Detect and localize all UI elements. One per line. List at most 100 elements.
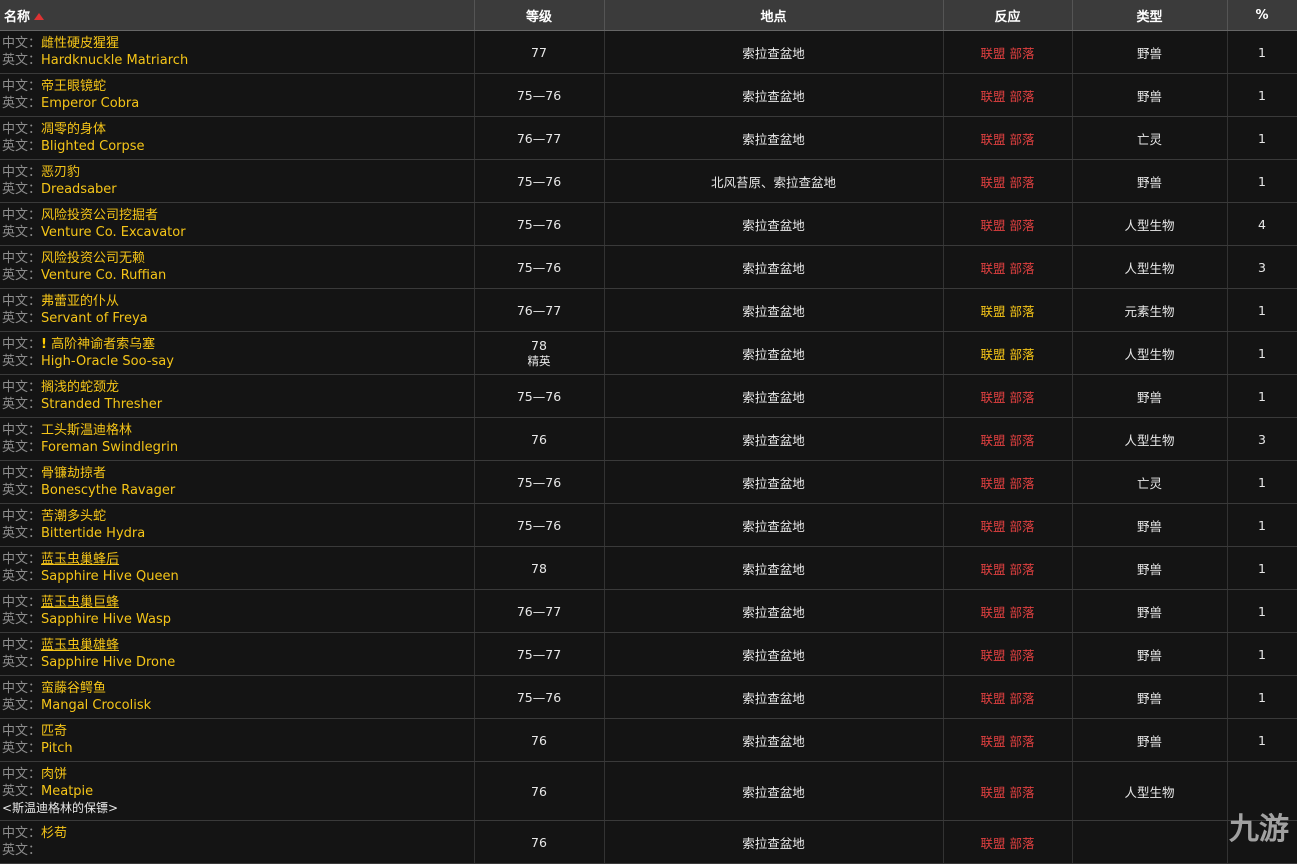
npc-name-en-link[interactable]: Servant of Freya xyxy=(41,311,148,326)
npc-name-zh-link[interactable]: 弗蕾亚的仆从 xyxy=(41,294,119,309)
npc-level: 75—76 xyxy=(517,475,561,490)
zh-label: 中文： xyxy=(2,337,41,352)
col-header-level[interactable]: 等级 xyxy=(474,0,604,31)
table-row: 中文：匹奇英文：Pitch76索拉查盆地联盟 部落野兽1 xyxy=(0,719,1297,762)
en-label: 英文： xyxy=(2,354,41,369)
npc-level: 75—76 xyxy=(517,217,561,232)
npc-name-zh-link[interactable]: 蓝玉虫巢蜂后 xyxy=(41,552,119,567)
npc-name-zh-link[interactable]: 肉饼 xyxy=(41,767,67,782)
npc-name-zh-link[interactable]: 骨镰劫掠者 xyxy=(41,466,106,481)
npc-name-zh-link[interactable]: 风险投资公司无赖 xyxy=(41,251,145,266)
cell-percent: 1 xyxy=(1227,332,1297,375)
cell-location: 北风苔原、索拉查盆地 xyxy=(604,160,943,203)
cell-percent: 1 xyxy=(1227,633,1297,676)
cell-name: 中文：杉苟英文： xyxy=(0,821,474,864)
cell-name: 中文：! 高阶神谕者索乌塞英文：High-Oracle Soo-say xyxy=(0,332,474,375)
npc-name-zh-link[interactable]: 雌性硬皮猩猩 xyxy=(41,36,119,51)
cell-level: 76—77 xyxy=(474,117,604,160)
npc-name-zh-link[interactable]: 匹奇 xyxy=(41,724,67,739)
cell-name: 中文：搁浅的蛇颈龙英文：Stranded Thresher xyxy=(0,375,474,418)
en-label: 英文： xyxy=(2,440,41,455)
npc-name-zh-link[interactable]: 帝王眼镜蛇 xyxy=(41,79,106,94)
npc-level: 75—76 xyxy=(517,389,561,404)
cell-percent: 1 xyxy=(1227,504,1297,547)
en-label: 英文： xyxy=(2,784,41,799)
cell-type: 野兽 xyxy=(1072,676,1227,719)
npc-name-en-link[interactable]: Bonescythe Ravager xyxy=(41,483,175,498)
npc-name-en-link[interactable]: Sapphire Hive Drone xyxy=(41,655,175,670)
col-header-type[interactable]: 类型 xyxy=(1072,0,1227,31)
npc-name-en-link[interactable]: High-Oracle Soo-say xyxy=(41,354,174,369)
cell-location: 索拉查盆地 xyxy=(604,117,943,160)
npc-name-en-link[interactable]: Blighted Corpse xyxy=(41,139,145,154)
npc-name-zh-link[interactable]: 工头斯温迪格林 xyxy=(41,423,132,438)
cell-location: 索拉查盆地 xyxy=(604,203,943,246)
npc-name-zh-link[interactable]: 蓝玉虫巢巨蜂 xyxy=(41,595,119,610)
npc-level: 75—77 xyxy=(517,647,561,662)
npc-name-en-link[interactable]: Dreadsaber xyxy=(41,182,117,197)
cell-level: 75—76 xyxy=(474,676,604,719)
npc-name-en-link[interactable]: Venture Co. Ruffian xyxy=(41,268,166,283)
cell-reaction: 联盟 部落 xyxy=(943,633,1072,676)
npc-name-en-link[interactable]: Bittertide Hydra xyxy=(41,526,145,541)
cell-type: 人型生物 xyxy=(1072,762,1227,821)
npc-name-en-link[interactable]: Pitch xyxy=(41,741,73,756)
cell-reaction: 联盟 部落 xyxy=(943,31,1072,74)
npc-name-zh-link[interactable]: 高阶神谕者索乌塞 xyxy=(51,337,155,352)
zh-label: 中文： xyxy=(2,380,41,395)
col-header-percent[interactable]: % xyxy=(1227,0,1297,31)
cell-name: 中文：蓝玉虫巢蜂后英文：Sapphire Hive Queen xyxy=(0,547,474,590)
watermark: 九游 xyxy=(1229,804,1289,848)
npc-level: 76—77 xyxy=(517,604,561,619)
npc-name-zh-link[interactable]: 搁浅的蛇颈龙 xyxy=(41,380,119,395)
npc-name-en-link[interactable]: Foreman Swindlegrin xyxy=(41,440,178,455)
npc-level: 75—76 xyxy=(517,518,561,533)
npc-name-en-link[interactable]: Meatpie xyxy=(41,784,93,799)
table-row: 中文：雌性硬皮猩猩英文：Hardknuckle Matriarch77索拉查盆地… xyxy=(0,31,1297,74)
col-header-reaction[interactable]: 反应 xyxy=(943,0,1072,31)
cell-location: 索拉查盆地 xyxy=(604,719,943,762)
sort-up-icon[interactable] xyxy=(34,13,44,20)
npc-name-zh-link[interactable]: 风险投资公司挖掘者 xyxy=(41,208,158,223)
cell-reaction: 联盟 部落 xyxy=(943,117,1072,160)
npc-name-zh-link[interactable]: 恶刃豹 xyxy=(41,165,80,180)
npc-level: 76—77 xyxy=(517,131,561,146)
npc-level: 76 xyxy=(531,432,547,447)
zh-label: 中文： xyxy=(2,466,41,481)
cell-level: 76—77 xyxy=(474,590,604,633)
table-body: 中文：雌性硬皮猩猩英文：Hardknuckle Matriarch77索拉查盆地… xyxy=(0,31,1297,864)
npc-name-zh-link[interactable]: 苦潮多头蛇 xyxy=(41,509,106,524)
cell-level: 77 xyxy=(474,31,604,74)
cell-location: 索拉查盆地 xyxy=(604,504,943,547)
npc-name-zh-link[interactable]: 杉苟 xyxy=(41,826,67,841)
npc-name-en-link[interactable]: Stranded Thresher xyxy=(41,397,162,412)
cell-location: 索拉查盆地 xyxy=(604,246,943,289)
cell-location: 索拉查盆地 xyxy=(604,676,943,719)
npc-name-en-link[interactable]: Venture Co. Excavator xyxy=(41,225,186,240)
zh-label: 中文： xyxy=(2,638,41,653)
npc-name-zh-link[interactable]: 凋零的身体 xyxy=(41,122,106,137)
npc-level: 76 xyxy=(531,733,547,748)
npc-name-en-link[interactable]: Emperor Cobra xyxy=(41,96,139,111)
en-label: 英文： xyxy=(2,698,41,713)
npc-name-en-link[interactable]: Sapphire Hive Wasp xyxy=(41,612,171,627)
zh-label: 中文： xyxy=(2,122,41,137)
npc-name-en-link[interactable]: Sapphire Hive Queen xyxy=(41,569,179,584)
zh-label: 中文： xyxy=(2,595,41,610)
npc-name-en-link[interactable]: Mangal Crocolisk xyxy=(41,698,151,713)
npc-name-zh-link[interactable]: 蛮藤谷鳄鱼 xyxy=(41,681,106,696)
npc-name-en-link[interactable]: Hardknuckle Matriarch xyxy=(41,53,188,68)
cell-name: 中文：匹奇英文：Pitch xyxy=(0,719,474,762)
elite-badge: 精英 xyxy=(528,354,551,368)
col-header-location[interactable]: 地点 xyxy=(604,0,943,31)
npc-name-zh-link[interactable]: 蓝玉虫巢雄蜂 xyxy=(41,638,119,653)
cell-level: 78 xyxy=(474,547,604,590)
npc-level: 75—76 xyxy=(517,260,561,275)
zh-label: 中文： xyxy=(2,36,41,51)
table-row: 中文：肉饼英文：Meatpie<斯温迪格林的保镖>76索拉查盆地联盟 部落人型生… xyxy=(0,762,1297,821)
cell-percent: 1 xyxy=(1227,289,1297,332)
cell-type: 野兽 xyxy=(1072,375,1227,418)
col-header-name[interactable]: 名称 xyxy=(0,0,474,31)
en-label: 英文： xyxy=(2,526,41,541)
cell-name: 中文：雌性硬皮猩猩英文：Hardknuckle Matriarch xyxy=(0,31,474,74)
